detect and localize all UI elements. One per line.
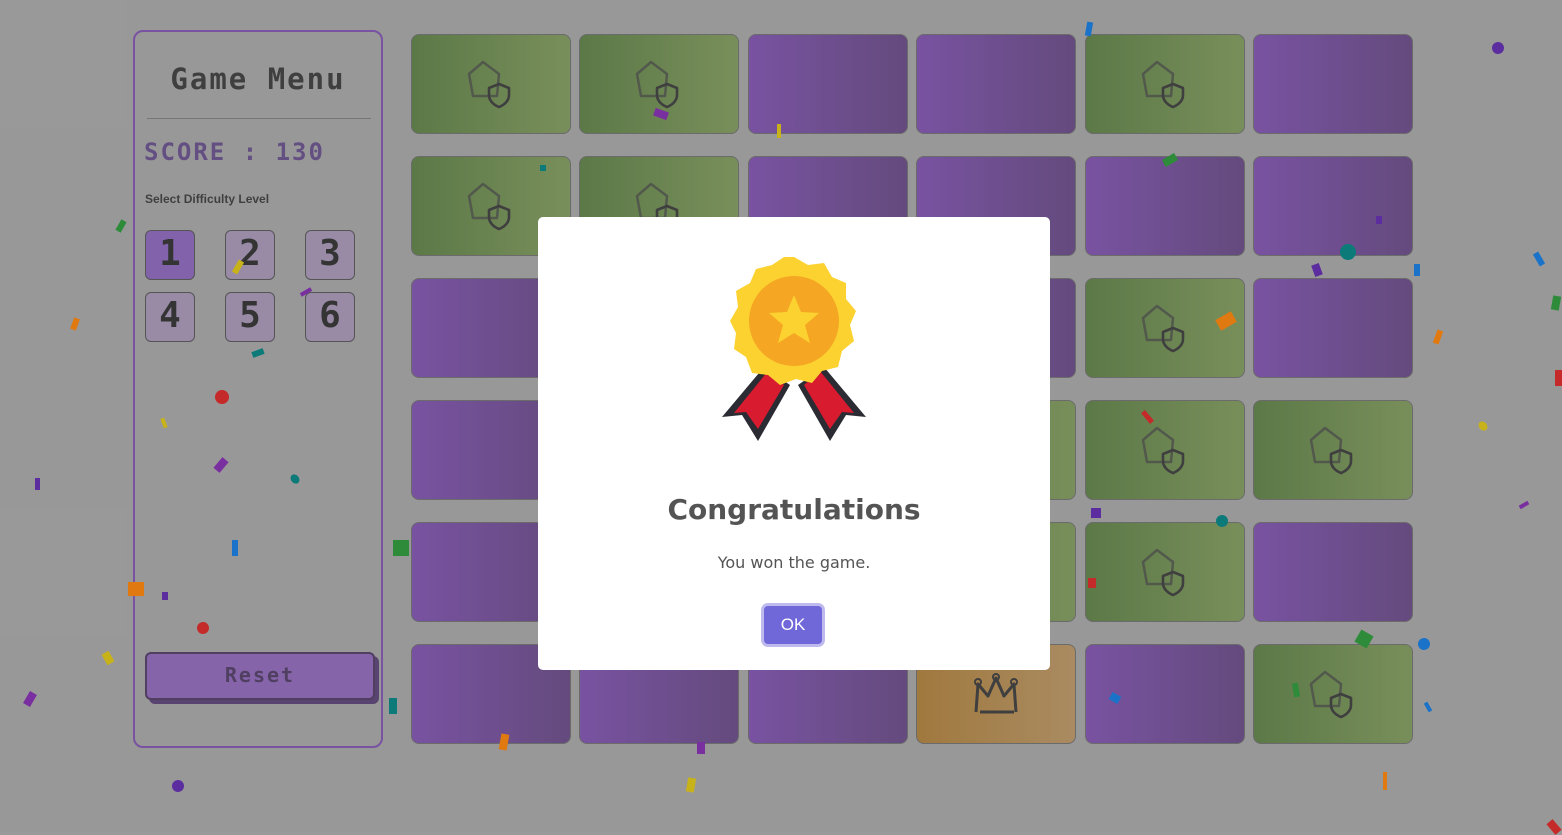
confetti-piece xyxy=(288,472,302,486)
confetti-piece xyxy=(251,348,265,358)
confetti-piece xyxy=(1354,629,1374,649)
confetti-piece xyxy=(685,777,697,793)
confetti-piece xyxy=(1423,701,1433,713)
confetti-piece xyxy=(1546,819,1562,835)
confetti-piece xyxy=(115,219,127,233)
confetti-piece xyxy=(1476,419,1490,433)
confetti-piece xyxy=(1414,264,1420,276)
confetti-piece xyxy=(1550,295,1562,311)
confetti-piece xyxy=(1084,21,1094,37)
confetti-piece xyxy=(23,690,37,708)
confetti-piece xyxy=(162,592,168,600)
win-dialog: Congratulations You won the game. OK xyxy=(538,217,1050,670)
dialog-title: Congratulations xyxy=(667,493,921,526)
confetti-piece xyxy=(1213,512,1231,530)
confetti-piece xyxy=(212,387,232,407)
confetti-piece xyxy=(1432,329,1444,345)
confetti-piece xyxy=(540,165,546,171)
confetti-piece xyxy=(1376,216,1382,224)
confetti-piece xyxy=(194,619,212,637)
confetti-piece xyxy=(35,478,40,490)
confetti-piece xyxy=(1108,692,1122,704)
confetti-piece xyxy=(101,650,115,666)
confetti-piece xyxy=(160,417,168,429)
confetti-piece xyxy=(389,698,397,714)
confetti-piece xyxy=(232,540,238,556)
confetti-piece xyxy=(128,582,144,596)
confetti-piece xyxy=(1161,153,1179,167)
confetti-piece xyxy=(1555,370,1562,386)
confetti-piece xyxy=(1091,508,1101,518)
confetti-piece xyxy=(1518,500,1530,510)
confetti-piece xyxy=(1336,240,1360,264)
confetti-piece xyxy=(1532,251,1546,267)
confetti-piece xyxy=(653,107,669,121)
confetti-piece xyxy=(169,777,187,795)
confetti-piece xyxy=(70,317,80,331)
confetti-piece xyxy=(1311,262,1323,278)
confetti-piece xyxy=(231,259,245,275)
confetti-piece xyxy=(777,124,781,138)
confetti-piece xyxy=(1383,772,1387,790)
confetti-piece xyxy=(1215,311,1237,331)
medal-award-icon xyxy=(722,257,866,441)
confetti-piece xyxy=(498,733,510,751)
confetti-piece xyxy=(1291,682,1301,698)
dialog-message: You won the game. xyxy=(717,553,871,572)
ok-button[interactable]: OK xyxy=(764,606,822,644)
confetti-piece xyxy=(299,287,313,297)
confetti-piece xyxy=(697,742,705,754)
confetti-piece xyxy=(1415,635,1433,653)
confetti-piece xyxy=(1088,578,1096,588)
confetti-piece xyxy=(213,457,229,473)
confetti-piece xyxy=(393,540,409,556)
confetti-piece xyxy=(1141,410,1154,424)
confetti-piece xyxy=(1489,39,1507,57)
